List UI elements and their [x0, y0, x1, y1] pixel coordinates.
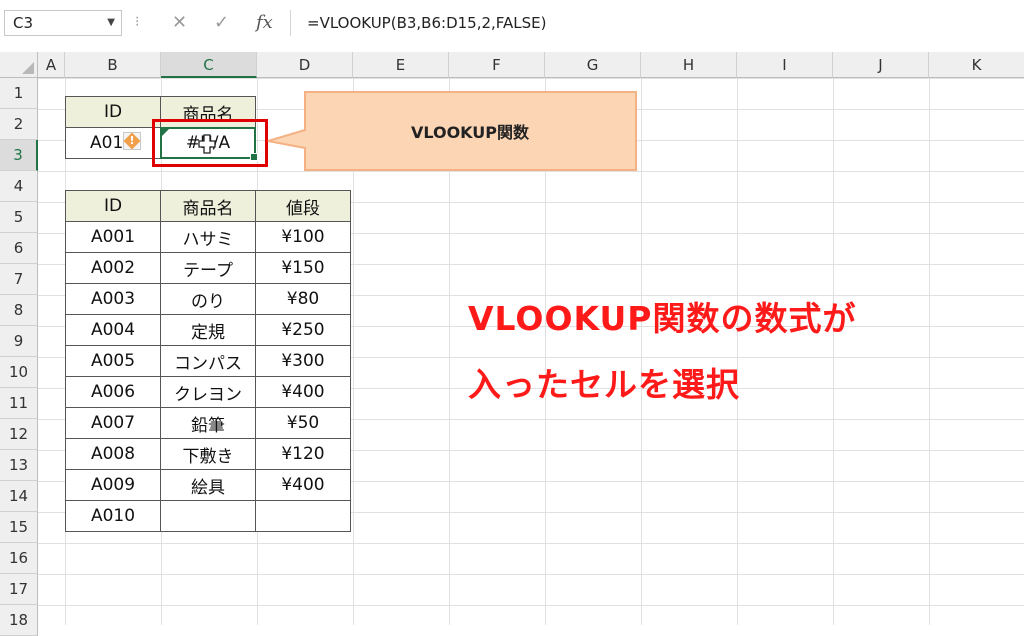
lookup-id-header[interactable]: ID [65, 96, 161, 128]
column-header-a[interactable]: A [38, 52, 65, 78]
row-header-4[interactable]: 4 [0, 171, 38, 202]
table-cell-name[interactable]: クレヨン [160, 376, 256, 408]
select-all-button[interactable] [0, 52, 38, 78]
table-cell-id[interactable]: A002 [65, 252, 161, 284]
row-header-13[interactable]: 13 [0, 450, 38, 481]
chevron-down-icon[interactable]: ▼ [107, 11, 115, 35]
table-header-name[interactable]: 商品名 [160, 190, 256, 222]
row-header-5[interactable]: 5 [0, 202, 38, 233]
table-cell-id[interactable]: A006 [65, 376, 161, 408]
row-header-9[interactable]: 9 [0, 326, 38, 357]
row-header-18[interactable]: 18 [0, 605, 38, 636]
table-cell-name[interactable]: 絵具 [160, 469, 256, 501]
table-cell-price[interactable]: ¥300 [255, 345, 351, 377]
column-header-i[interactable]: I [737, 52, 833, 78]
table-cell-name[interactable]: ハサミ [160, 221, 256, 253]
table-cell-name[interactable]: のり [160, 283, 256, 315]
enter-icon[interactable]: ✓ [214, 12, 229, 33]
table-cell-price[interactable]: ¥400 [255, 469, 351, 501]
row-header-12[interactable]: 12 [0, 419, 38, 450]
name-box-value: C3 [13, 14, 34, 32]
table-cell-id[interactable]: A008 [65, 438, 161, 470]
row-header-1[interactable]: 1 [0, 78, 38, 109]
row-header-10[interactable]: 10 [0, 357, 38, 388]
callout-text: VLOOKUP関数 [410, 123, 530, 142]
row-header-8[interactable]: 8 [0, 295, 38, 326]
table-cell-price[interactable]: ¥100 [255, 221, 351, 253]
table-cell-id[interactable]: A005 [65, 345, 161, 377]
column-header-f[interactable]: F [449, 52, 545, 78]
table-cell-id[interactable]: A009 [65, 469, 161, 501]
row-header-11[interactable]: 11 [0, 388, 38, 419]
table-cell-name[interactable]: 定規 [160, 314, 256, 346]
table-cell-name[interactable]: コンパス [160, 345, 256, 377]
row-header-16[interactable]: 16 [0, 543, 38, 574]
row-header-7[interactable]: 7 [0, 264, 38, 295]
table-cell-name[interactable] [160, 500, 256, 532]
table-cell-price[interactable]: ¥120 [255, 438, 351, 470]
lookup-id-value: A01 [90, 133, 124, 153]
lookup-id-cell[interactable]: A01 [65, 127, 161, 159]
table-cell-name[interactable]: テープ [160, 252, 256, 284]
row-header-2[interactable]: 2 [0, 109, 38, 140]
column-header-h[interactable]: H [641, 52, 737, 78]
highlight-box [152, 119, 268, 167]
column-header-b[interactable]: B [65, 52, 161, 78]
row-header-6[interactable]: 6 [0, 233, 38, 264]
column-header-c[interactable]: C [161, 52, 257, 78]
table-cell-price[interactable]: ¥80 [255, 283, 351, 315]
cancel-icon[interactable]: ✕ [172, 12, 187, 33]
error-warning-icon[interactable]: ! [123, 132, 141, 150]
more-options-icon[interactable]: ⁝ [135, 14, 139, 30]
table-cell-id[interactable]: A001 [65, 221, 161, 253]
formula-bar: C3 ▼ ⁝ ✕ ✓ fx =VLOOKUP(B3,B6:D15,2,FALSE… [0, 0, 1024, 53]
row-header-14[interactable]: 14 [0, 481, 38, 512]
table-cell-price[interactable]: ¥250 [255, 314, 351, 346]
column-header-g[interactable]: G [545, 52, 641, 78]
table-cell-price[interactable]: ¥50 [255, 407, 351, 439]
table-cell-name[interactable]: 下敷き [160, 438, 256, 470]
table-cell-price[interactable] [255, 500, 351, 532]
table-header-id[interactable]: ID [65, 190, 161, 222]
table-cell-price[interactable]: ¥400 [255, 376, 351, 408]
table-cell-id[interactable]: A004 [65, 314, 161, 346]
column-header-d[interactable]: D [257, 52, 353, 78]
column-header-j[interactable]: J [833, 52, 929, 78]
formula-input[interactable]: =VLOOKUP(B3,B6:D15,2,FALSE) [290, 10, 1020, 36]
row-header-3[interactable]: 3 [0, 140, 38, 171]
column-header-k[interactable]: K [929, 52, 1024, 78]
table-cell-id[interactable]: A010 [65, 500, 161, 532]
row-header-15[interactable]: 15 [0, 512, 38, 543]
row-header-17[interactable]: 17 [0, 574, 38, 605]
table-header-price[interactable]: 値段 [255, 190, 351, 222]
insert-function-button[interactable]: fx [256, 12, 273, 33]
table-cell-id[interactable]: A007 [65, 407, 161, 439]
table-cell-name[interactable]: 鉛筆 [160, 407, 256, 439]
table-cell-id[interactable]: A003 [65, 283, 161, 315]
annotation-line-1: VLOOKUP関数の数式が [468, 299, 857, 338]
table-cell-price[interactable]: ¥150 [255, 252, 351, 284]
name-box[interactable]: C3 ▼ [4, 10, 122, 36]
annotation-line-2: 入ったセルを選択 [468, 365, 740, 404]
column-header-e[interactable]: E [353, 52, 449, 78]
